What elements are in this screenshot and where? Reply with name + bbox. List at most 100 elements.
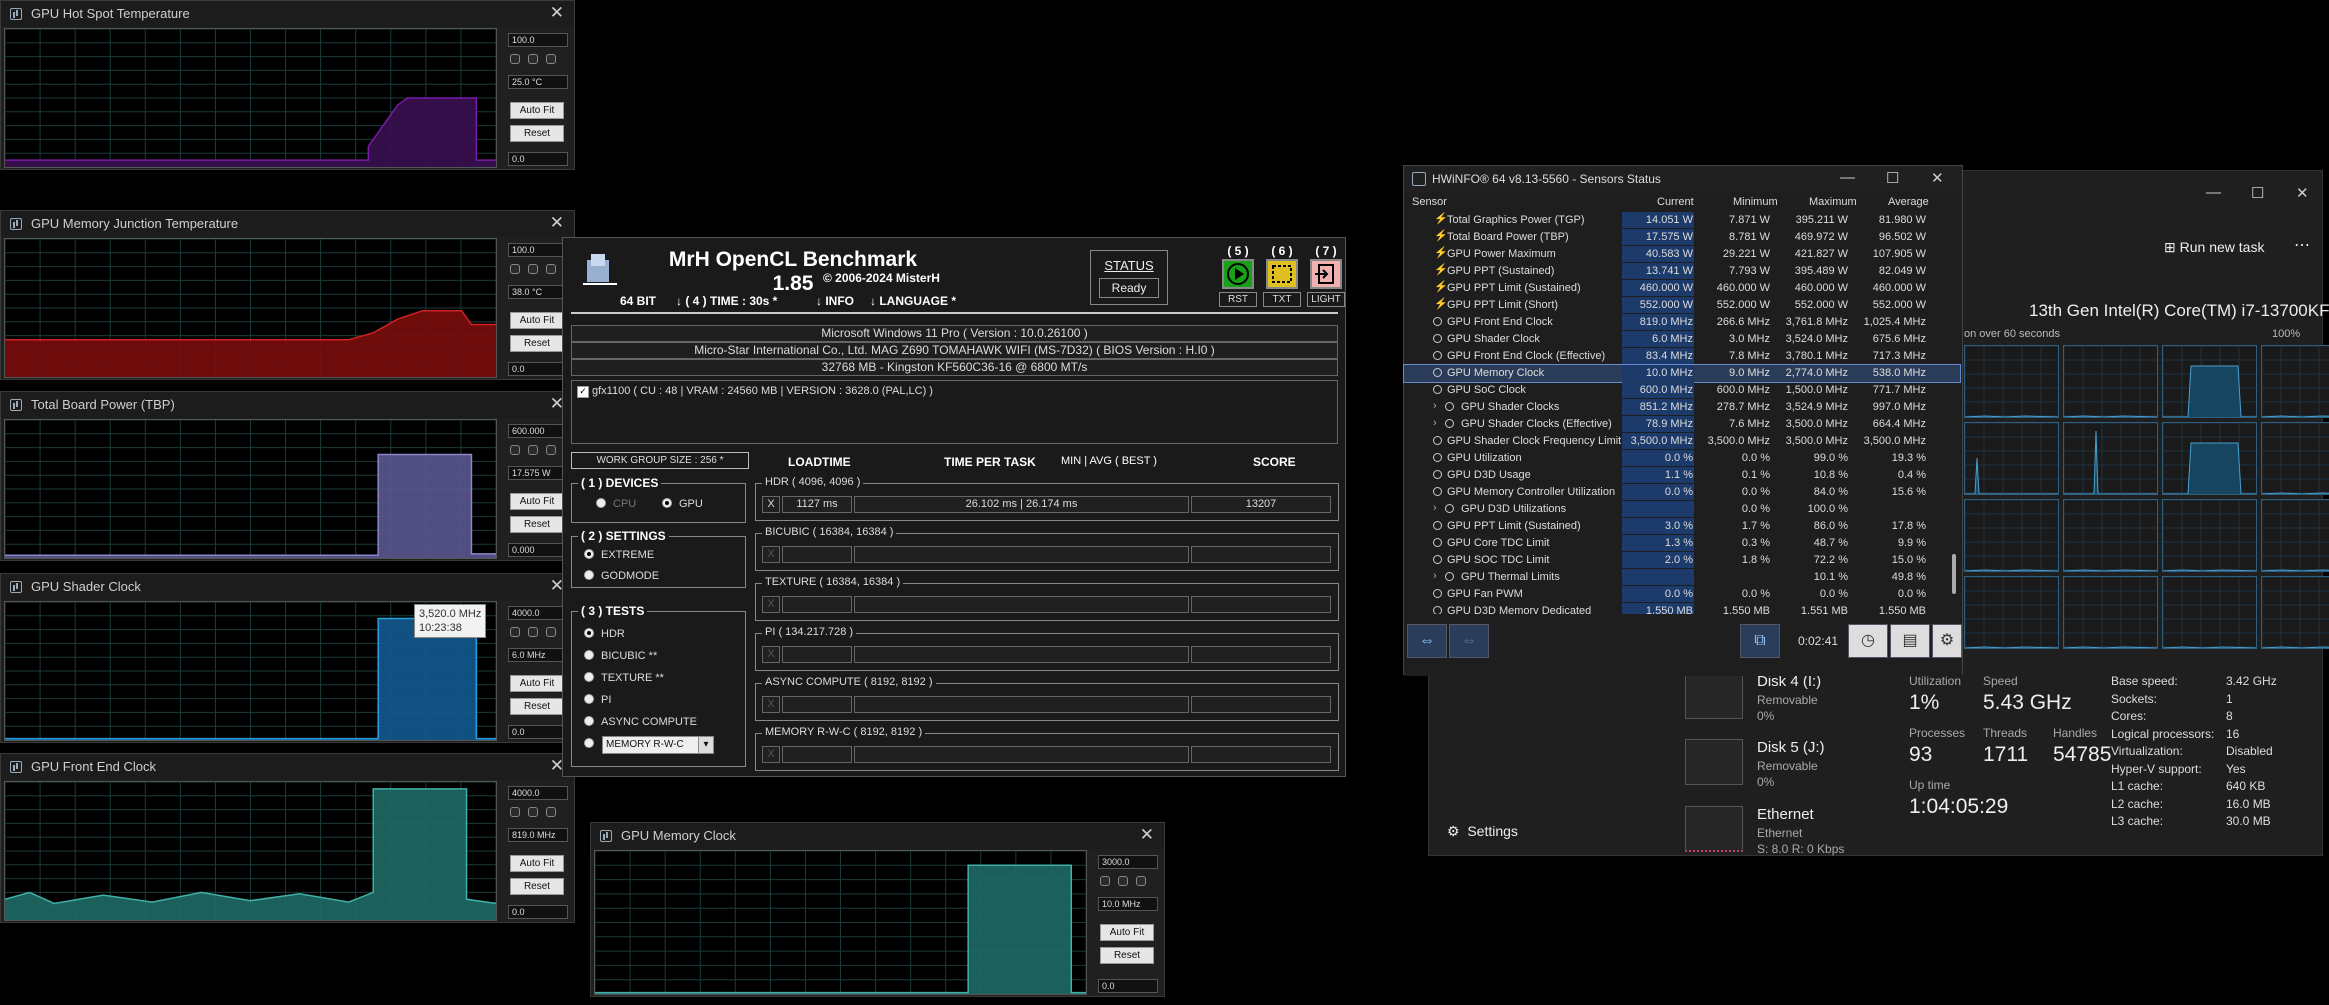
autofit-button[interactable]: Auto Fit (510, 102, 564, 119)
sensor-row[interactable]: ⚡ GPU PPT Limit (Sustained) 460.000 W 46… (1404, 280, 1960, 297)
maximize-icon[interactable]: ☐ (2251, 184, 2264, 202)
reset-button[interactable]: Reset (1100, 947, 1154, 964)
graph-max-field[interactable]: 4000.0 (508, 786, 568, 800)
sensor-row[interactable]: › GPU Shader Clocks 851.2 MHz 278.7 MHz … (1404, 399, 1960, 416)
mode-c-icon[interactable] (1136, 876, 1146, 886)
sensor-row[interactable]: › GPU D3D Utilizations 0.0 % 100.0 % (1404, 501, 1960, 518)
expand-chevron-icon[interactable]: › (1433, 400, 1437, 412)
sensor-row[interactable]: GPU Memory Controller Utilization 0.0 % … (1404, 484, 1960, 501)
graph-mode-radios[interactable] (510, 804, 570, 817)
time-menu[interactable]: ↓ ( 4 ) TIME : 30s * (676, 294, 777, 308)
mode-c-icon[interactable] (546, 627, 556, 637)
test-row-toggle[interactable]: X (762, 746, 780, 763)
sensor-row[interactable]: GPU Front End Clock 819.0 MHz 266.6 MHz … (1404, 314, 1960, 331)
sensor-row[interactable]: › GPU Shader Clocks (Effective) 78.9 MHz… (1404, 416, 1960, 433)
exit-icon[interactable] (1310, 259, 1342, 289)
nav-collapse-icon[interactable]: ⇔ (1449, 624, 1489, 658)
test-texture-radio[interactable]: TEXTURE ** (584, 672, 664, 684)
close-icon[interactable]: ✕ (550, 3, 564, 23)
setting-godmode-radio[interactable]: GODMODE (584, 570, 659, 582)
test-row-toggle[interactable]: X (762, 596, 780, 613)
sensor-row[interactable]: GPU Fan PWM 0.0 % 0.0 % 0.0 % 0.0 % (1404, 586, 1960, 603)
graph-titlebar[interactable]: GPU Shader Clock ✕ (1, 574, 574, 600)
mode-b-icon[interactable] (1118, 876, 1128, 886)
more-options-icon[interactable]: ⋯ (2294, 235, 2310, 255)
txt-tool[interactable]: ( 6 ) TXT (1262, 244, 1302, 307)
test-row-toggle[interactable]: X (762, 646, 780, 663)
graph-max-field[interactable]: 100.0 (508, 33, 568, 47)
mode-a-icon[interactable] (510, 54, 520, 64)
rst-button[interactable]: RST (1219, 292, 1257, 307)
mode-a-icon[interactable] (510, 807, 520, 817)
sensor-row[interactable]: ⚡ Total Board Power (TBP) 17.575 W 8.781… (1404, 229, 1960, 246)
autofit-button[interactable]: Auto Fit (510, 675, 564, 692)
sensors-titlebar[interactable]: HWiNFO® 64 v8.13-5560 - Sensors Status —… (1404, 166, 1962, 192)
graph-mode-radios[interactable] (1100, 873, 1160, 886)
graph-titlebar[interactable]: GPU Memory Junction Temperature ✕ (1, 211, 574, 237)
col-minimum[interactable]: Minimum (1733, 196, 1778, 210)
test-hdr-radio[interactable]: HDR (584, 628, 625, 640)
setting-extreme-radio[interactable]: EXTREME (584, 549, 654, 561)
graph-max-field[interactable]: 3000.0 (1098, 855, 1158, 869)
device-cpu-radio[interactable]: CPU (596, 498, 636, 510)
sensor-row[interactable]: GPU D3D Usage 1.1 % 0.1 % 10.8 % 0.4 % (1404, 467, 1960, 484)
graph-mode-radios[interactable] (510, 51, 570, 64)
reset-button[interactable]: Reset (510, 878, 564, 895)
graph-mode-radios[interactable] (510, 442, 570, 455)
clock-icon[interactable]: ◷ (1848, 624, 1888, 658)
mode-b-icon[interactable] (528, 627, 538, 637)
test-row-toggle[interactable]: X (762, 546, 780, 563)
settings-gear-icon[interactable]: ⚙ (1932, 624, 1962, 658)
col-average[interactable]: Average (1888, 196, 1929, 210)
test-bicubic-radio[interactable]: BICUBIC ** (584, 650, 657, 662)
graph-max-field[interactable]: 600.000 (508, 424, 568, 438)
reset-button[interactable]: Reset (510, 516, 564, 533)
mode-a-icon[interactable] (1100, 876, 1110, 886)
sensor-row[interactable]: ⚡ Total Graphics Power (TGP) 14.051 W 7.… (1404, 212, 1960, 229)
mode-c-icon[interactable] (546, 445, 556, 455)
network-icon[interactable]: ⧉ (1740, 624, 1780, 658)
graph-mode-radios[interactable] (510, 624, 570, 637)
col-sensor[interactable]: Sensor (1412, 196, 1447, 210)
mode-a-icon[interactable] (510, 445, 520, 455)
autofit-button[interactable]: Auto Fit (510, 855, 564, 872)
test-async-radio[interactable]: ASYNC COMPUTE (584, 716, 697, 728)
autofit-button[interactable]: Auto Fit (1100, 924, 1154, 941)
mode-b-icon[interactable] (528, 264, 538, 274)
sensor-row[interactable]: GPU Shader Clock 6.0 MHz 3.0 MHz 3,524.0… (1404, 331, 1960, 348)
sensor-row[interactable]: GPU SOC TDC Limit 2.0 % 1.8 % 72.2 % 15.… (1404, 552, 1960, 569)
graph-titlebar[interactable]: Total Board Power (TBP) ✕ (1, 392, 574, 418)
graph-titlebar[interactable]: GPU Memory Clock ✕ (591, 823, 1164, 849)
mode-a-icon[interactable] (510, 264, 520, 274)
test-memory-radio[interactable] (584, 738, 601, 750)
sensor-row[interactable]: ⚡ GPU Power Maximum 40.583 W 29.221 W 42… (1404, 246, 1960, 263)
mode-c-icon[interactable] (546, 54, 556, 64)
mode-c-icon[interactable] (546, 264, 556, 274)
scroll-thumb[interactable] (1952, 554, 1956, 594)
mode-b-icon[interactable] (528, 445, 538, 455)
close-icon[interactable]: ✕ (1931, 169, 1944, 187)
sensor-row[interactable]: GPU PPT Limit (Sustained) 3.0 % 1.7 % 86… (1404, 518, 1960, 535)
sensor-row[interactable]: GPU Core TDC Limit 1.3 % 0.3 % 48.7 % 9.… (1404, 535, 1960, 552)
mode-c-icon[interactable] (546, 807, 556, 817)
minimize-icon[interactable]: — (2206, 184, 2221, 201)
sensor-row[interactable]: › GPU Thermal Limits 10.1 % 49.8 % (1404, 569, 1960, 586)
test-pi-radio[interactable]: PI (584, 694, 611, 706)
sensor-row[interactable]: GPU Utilization 0.0 % 0.0 % 99.0 % 19.3 … (1404, 450, 1960, 467)
reset-button[interactable]: Reset (510, 698, 564, 715)
run-new-task-button[interactable]: ⊞ Run new task (2164, 239, 2264, 256)
nav-left-right-icon[interactable]: ⇔ (1407, 624, 1447, 658)
sensor-row[interactable]: GPU Front End Clock (Effective) 83.4 MHz… (1404, 348, 1960, 365)
graph-mode-radios[interactable] (510, 261, 570, 274)
col-maximum[interactable]: Maximum (1809, 196, 1857, 210)
light-tool[interactable]: ( 7 ) LIGHT (1306, 244, 1346, 307)
minimize-icon[interactable]: — (1840, 169, 1855, 186)
sensor-row[interactable]: ⚡ GPU PPT (Sustained) 13.741 W 7.793 W 3… (1404, 263, 1960, 280)
graph-titlebar[interactable]: GPU Front End Clock ✕ (1, 754, 574, 780)
sensor-row[interactable]: GPU Shader Clock Frequency Limit 3,500.0… (1404, 433, 1960, 450)
info-menu[interactable]: ↓ INFO (816, 294, 854, 308)
autofit-button[interactable]: Auto Fit (510, 493, 564, 510)
test-row-toggle[interactable]: X (762, 496, 780, 513)
graph-max-field[interactable]: 100.0 (508, 243, 568, 257)
close-icon[interactable]: ✕ (550, 213, 564, 233)
